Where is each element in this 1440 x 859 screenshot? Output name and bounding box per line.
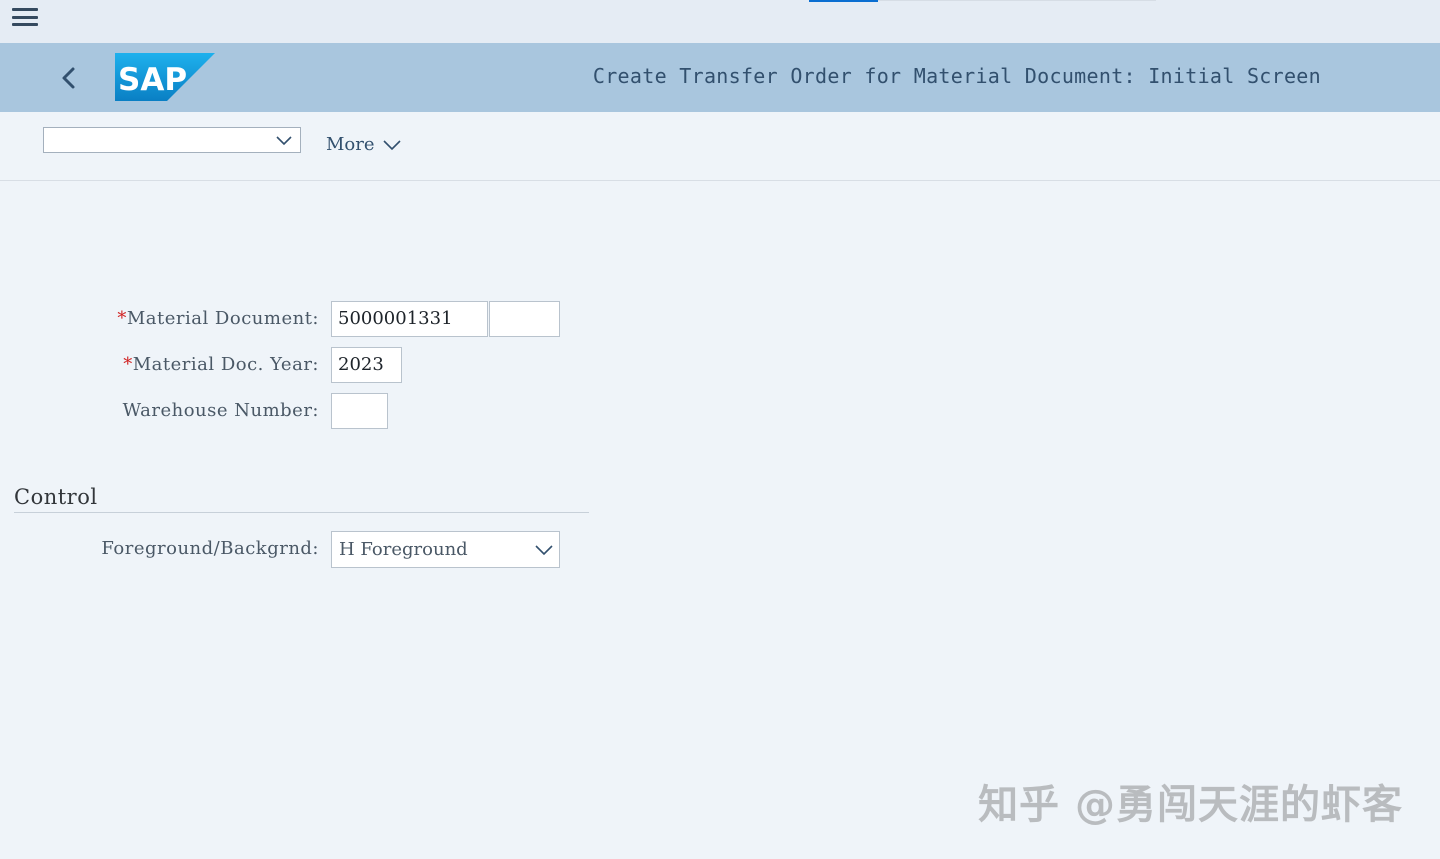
control-section-title: Control xyxy=(14,485,98,509)
svg-text:SAP: SAP xyxy=(118,62,187,98)
foreground-background-select[interactable]: H Foreground xyxy=(331,531,560,568)
variant-select[interactable] xyxy=(43,127,301,153)
page-title: Create Transfer Order for Material Docum… xyxy=(592,64,1321,88)
more-button[interactable]: More xyxy=(326,134,401,155)
chevron-down-icon xyxy=(382,139,401,150)
required-mark: * xyxy=(123,354,133,375)
top-bar xyxy=(0,0,1440,43)
active-tab-indicator xyxy=(809,0,878,2)
back-icon[interactable] xyxy=(56,63,82,93)
material-doc-year-input[interactable]: 2023 xyxy=(331,347,402,383)
material-document-input[interactable]: 5000001331 xyxy=(331,301,488,337)
warehouse-number-label: Warehouse Number: xyxy=(122,400,319,421)
material-document-label-text: Material Document: xyxy=(126,308,319,329)
tab-strip-line xyxy=(878,0,1156,1)
foreground-background-label: Foreground/Backgrnd: xyxy=(101,538,319,559)
toolbar: More xyxy=(0,112,1440,181)
section-divider xyxy=(14,512,589,513)
watermark: 知乎 @勇闯天涯的虾客 xyxy=(978,782,1403,828)
sap-logo[interactable]: SAP xyxy=(115,53,215,101)
material-document-item-input[interactable] xyxy=(489,301,560,337)
material-doc-year-label-text: Material Doc. Year: xyxy=(132,354,319,375)
warehouse-number-input[interactable] xyxy=(331,393,388,429)
menu-icon[interactable] xyxy=(12,6,38,28)
foreground-background-value: H Foreground xyxy=(339,539,468,560)
more-label: More xyxy=(326,134,375,155)
material-document-label: *Material Document: xyxy=(117,308,319,329)
chevron-down-icon xyxy=(535,545,553,556)
chevron-down-icon xyxy=(276,136,292,146)
required-mark: * xyxy=(117,308,127,329)
shell-bar: SAP Create Transfer Order for Material D… xyxy=(0,43,1440,112)
material-doc-year-label: *Material Doc. Year: xyxy=(123,354,319,375)
